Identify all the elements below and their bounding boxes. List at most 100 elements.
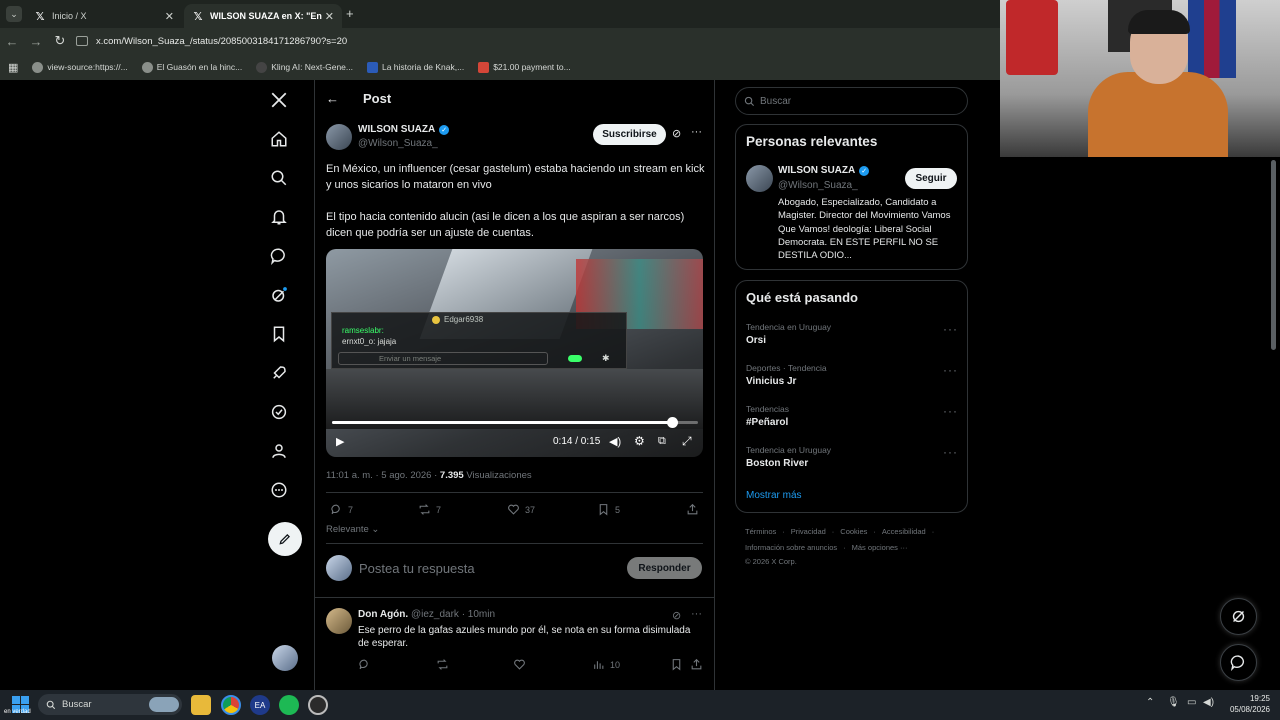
- footer-link[interactable]: Más opciones ···: [852, 543, 908, 552]
- messages-icon[interactable]: [268, 245, 290, 267]
- relevant-handle[interactable]: @Wilson_Suaza_: [778, 180, 858, 191]
- bookmark-button[interactable]: 5: [597, 503, 620, 516]
- url-field[interactable]: x.com/Wilson_Suaza_/status/2085003184171…: [96, 36, 347, 47]
- reload-icon[interactable]: ↻: [48, 33, 72, 49]
- x-logo-icon[interactable]: [268, 89, 290, 111]
- bookmark-item[interactable]: Kling AI: Next-Gene...: [256, 61, 353, 73]
- bookmark-item[interactable]: $21.00 payment to...: [478, 61, 571, 73]
- tab-list-button[interactable]: ⌄: [6, 6, 22, 22]
- comment-author-handle[interactable]: @iez_dark: [411, 609, 459, 620]
- notifications-bell-icon[interactable]: [268, 206, 290, 228]
- trend-more-icon[interactable]: ···: [943, 363, 958, 377]
- search-input[interactable]: Buscar: [760, 96, 791, 107]
- fullscreen-icon[interactable]: ⤢: [682, 434, 692, 449]
- comment-time[interactable]: · 10min: [462, 609, 495, 620]
- trend-item[interactable]: Tendencia en Uruguay Boston River ···: [746, 445, 958, 469]
- profile-icon[interactable]: [268, 440, 290, 462]
- forward-icon[interactable]: →: [24, 34, 48, 49]
- play-icon[interactable]: ▶: [336, 435, 344, 448]
- trend-more-icon[interactable]: ···: [943, 404, 958, 418]
- follow-button[interactable]: Seguir: [905, 168, 957, 189]
- bookmark-item[interactable]: La historia de Knak,...: [366, 61, 464, 73]
- comment-more-icon[interactable]: ···: [691, 608, 702, 620]
- comment-bookmark-button[interactable]: [670, 658, 688, 671]
- obs-icon[interactable]: [308, 695, 328, 715]
- trend-item[interactable]: Tendencia en Uruguay Orsi ···: [746, 322, 958, 346]
- reply-input[interactable]: Postea tu respuesta: [359, 561, 475, 576]
- bookmarks-icon[interactable]: [268, 323, 290, 345]
- trend-item[interactable]: Deportes · Tendencia Vinicius Jr ···: [746, 363, 958, 387]
- volume-icon[interactable]: ◀): [609, 435, 621, 448]
- rocket-icon[interactable]: [268, 362, 290, 384]
- relevant-name-row[interactable]: WILSON SUAZA ✓: [778, 165, 870, 176]
- comment-like-button[interactable]: [513, 658, 531, 671]
- reply-button[interactable]: 7: [330, 503, 353, 516]
- comment-author-name[interactable]: Don Agón.: [358, 609, 408, 620]
- post-time[interactable]: 11:01 a. m. · 5 ago. 2026 ·: [326, 470, 440, 481]
- author-avatar[interactable]: [326, 124, 352, 150]
- footer-link[interactable]: Información sobre anuncios: [745, 543, 837, 552]
- bookmark-item[interactable]: view-source:https://...: [32, 61, 128, 73]
- footer-link[interactable]: Privacidad: [791, 527, 826, 536]
- trend-more-icon[interactable]: ···: [943, 322, 958, 336]
- search-icon[interactable]: [268, 167, 290, 189]
- messages-float-button[interactable]: [1220, 644, 1257, 681]
- close-tab-icon[interactable]: ✕: [165, 10, 174, 23]
- apps-grid-icon[interactable]: ▦: [8, 61, 18, 74]
- verified-orgs-icon[interactable]: [268, 401, 290, 423]
- show-more-link[interactable]: Mostrar más: [746, 490, 802, 501]
- grok-explain-icon[interactable]: ⊘: [672, 127, 681, 140]
- video-player[interactable]: Edgar6938 ramseslabr: ernxt0_o: jajaja E…: [326, 249, 703, 457]
- footer-link[interactable]: Accesibilidad: [882, 527, 926, 536]
- microphone-icon[interactable]: 🎙: [1167, 697, 1180, 708]
- ea-app-icon[interactable]: EA: [250, 695, 270, 715]
- volume-icon[interactable]: ◀): [1203, 697, 1214, 708]
- chrome-icon[interactable]: [221, 695, 241, 715]
- reply-submit-button[interactable]: Responder: [627, 557, 702, 579]
- comment-reply-button[interactable]: [358, 658, 376, 671]
- relevant-avatar[interactable]: [746, 165, 773, 192]
- file-explorer-icon[interactable]: [191, 695, 211, 715]
- grok-explain-icon[interactable]: ⊘: [672, 609, 681, 622]
- comment-views[interactable]: 10: [592, 658, 620, 671]
- pip-icon[interactable]: ⧉: [658, 435, 666, 448]
- back-icon[interactable]: ←: [0, 34, 24, 49]
- more-options-icon[interactable]: [268, 479, 290, 501]
- network-icon[interactable]: ▭: [1187, 697, 1196, 708]
- comment-repost-button[interactable]: [436, 658, 454, 671]
- like-button[interactable]: 37: [507, 503, 535, 516]
- taskbar-search[interactable]: Buscar: [38, 694, 182, 715]
- site-info-icon[interactable]: [76, 36, 88, 46]
- trend-item[interactable]: Tendencias #Peñarol ···: [746, 404, 958, 428]
- account-avatar[interactable]: [272, 645, 298, 671]
- compose-post-button[interactable]: [268, 522, 302, 556]
- home-icon[interactable]: [268, 128, 290, 150]
- relevant-name[interactable]: WILSON SUAZA: [778, 165, 855, 176]
- close-tab-icon[interactable]: ✕: [325, 10, 334, 23]
- video-progress-track[interactable]: [332, 417, 698, 428]
- footer-link[interactable]: Términos: [745, 527, 776, 536]
- grok-float-button[interactable]: [1220, 598, 1257, 635]
- spotify-icon[interactable]: [279, 695, 299, 715]
- author-handle[interactable]: @Wilson_Suaza_: [358, 138, 438, 149]
- subscribe-button[interactable]: Suscribirse: [593, 124, 666, 145]
- taskbar-clock[interactable]: 19:25 05/08/2026: [1226, 693, 1270, 715]
- sort-replies-dropdown[interactable]: Relevante ⌄: [326, 524, 379, 535]
- repost-button[interactable]: 7: [418, 503, 441, 516]
- trend-more-icon[interactable]: ···: [943, 445, 958, 459]
- page-scrollbar[interactable]: [1271, 160, 1276, 350]
- new-tab-button[interactable]: +: [346, 6, 354, 21]
- author-name-row[interactable]: WILSON SUAZA ✓: [358, 124, 450, 135]
- share-button[interactable]: [686, 503, 704, 516]
- tab-wilson-suaza[interactable]: 𝕏 WILSON SUAZA en X: "En Méxi ✕: [184, 4, 342, 28]
- comment-share-button[interactable]: [690, 658, 708, 671]
- footer-link[interactable]: Cookies: [840, 527, 867, 536]
- settings-gear-icon[interactable]: ⚙: [634, 434, 645, 448]
- grok-icon[interactable]: [268, 284, 290, 306]
- author-name[interactable]: WILSON SUAZA: [358, 124, 435, 135]
- back-arrow-icon[interactable]: ←: [326, 91, 339, 106]
- search-box[interactable]: Buscar: [735, 87, 968, 115]
- post-more-icon[interactable]: ···: [691, 126, 702, 138]
- tab-inicio[interactable]: 𝕏 Inicio / X ✕: [26, 4, 182, 28]
- tray-chevron-icon[interactable]: ⌃: [1146, 697, 1154, 708]
